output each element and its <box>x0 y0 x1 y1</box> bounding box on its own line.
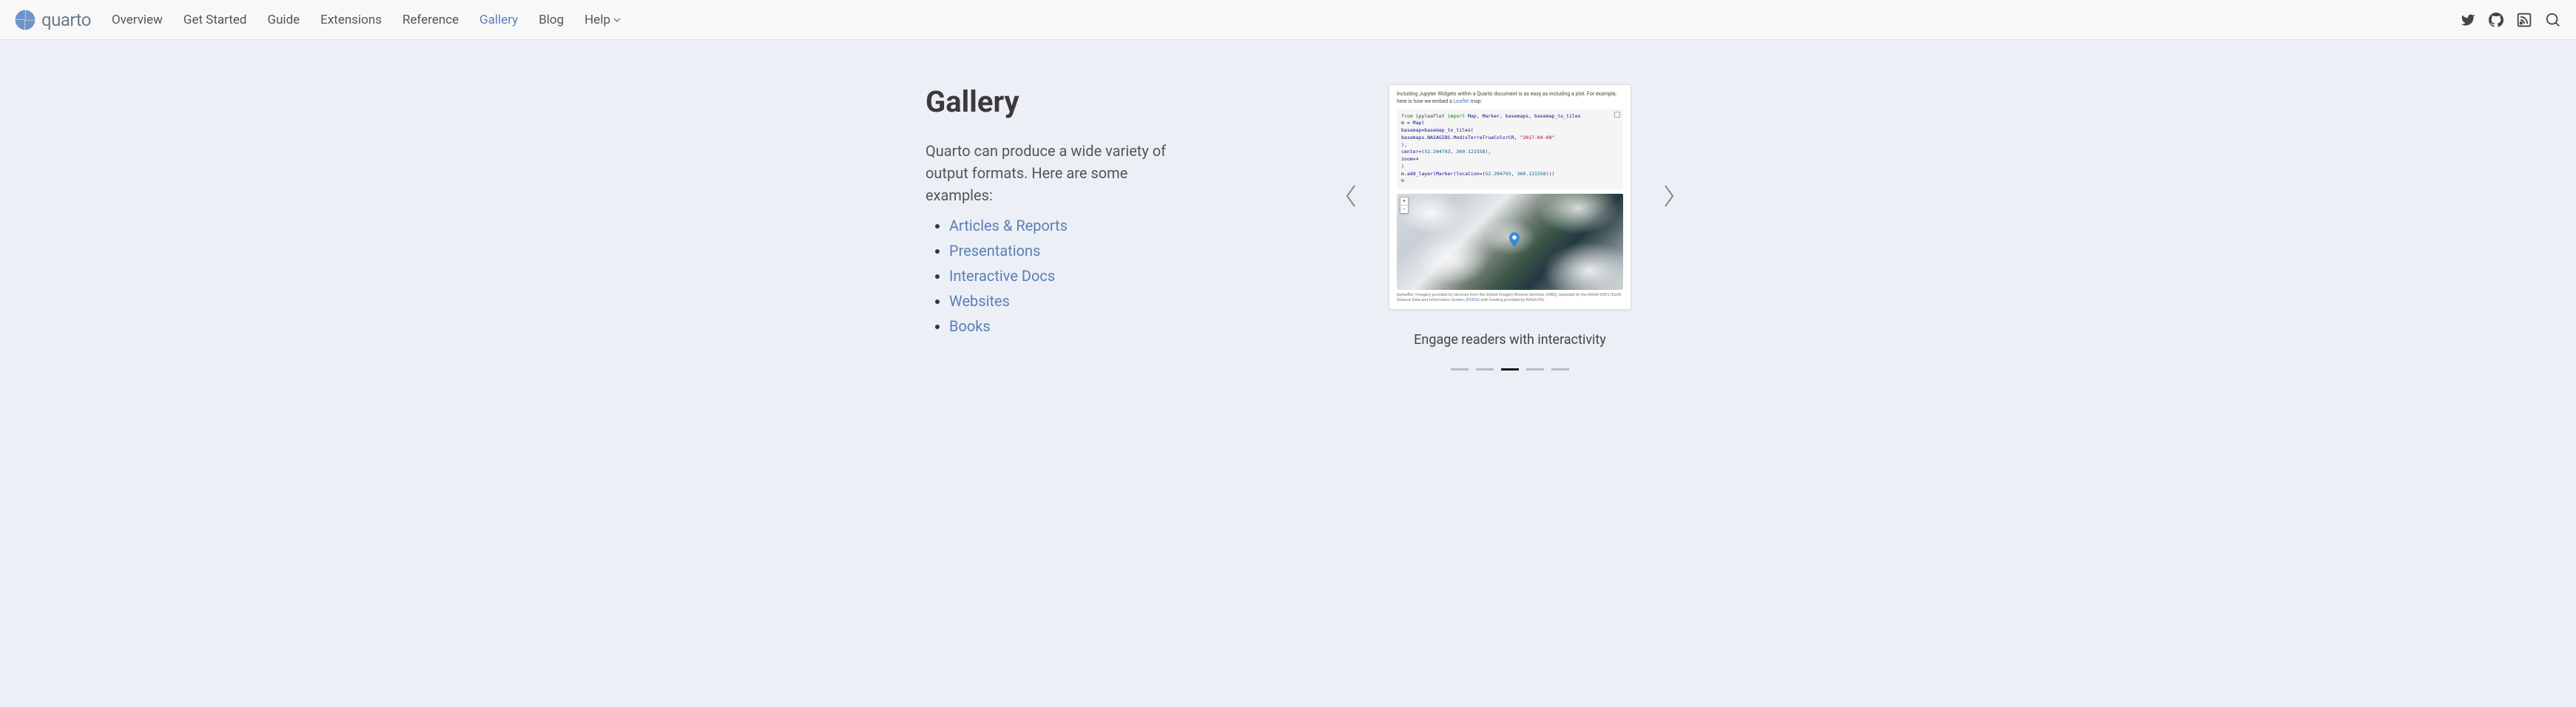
quarto-logo-icon <box>15 10 36 30</box>
list-item: Books <box>949 317 1170 335</box>
code-block: from ipyleaflet import Map, Marker, base… <box>1397 109 1623 190</box>
map-marker-icon[interactable] <box>1509 232 1520 250</box>
left-panel: Gallery Quarto can produce a wide variet… <box>770 84 1170 371</box>
link-presentations[interactable]: Presentations <box>949 242 1040 260</box>
link-books[interactable]: Books <box>949 317 991 335</box>
nav-overview[interactable]: Overview <box>112 13 163 27</box>
indicator-0[interactable] <box>1451 368 1469 371</box>
navbar-right <box>2461 12 2561 28</box>
rss-icon[interactable] <box>2517 13 2532 27</box>
esdis-link[interactable]: ESDIS <box>1467 298 1478 302</box>
twitter-icon[interactable] <box>2461 13 2475 27</box>
list-item: Presentations <box>949 242 1170 260</box>
brand-name: quarto <box>41 10 91 30</box>
nav-links: Overview Get Started Guide Extensions Re… <box>112 13 621 27</box>
chevron-down-icon <box>613 16 621 24</box>
carousel-card[interactable]: Including Jupyter Widgets within a Quart… <box>1389 84 1631 310</box>
map-widget[interactable]: + − <box>1397 194 1623 290</box>
link-articles-reports[interactable]: Articles & Reports <box>949 217 1068 234</box>
indicator-4[interactable] <box>1551 368 1569 371</box>
leaflet-link[interactable]: Leaflet <box>1454 98 1469 104</box>
copy-icon[interactable] <box>1614 112 1620 118</box>
card-intro: Including Jupyter Widgets within a Quart… <box>1397 91 1623 106</box>
list-item: Websites <box>949 292 1170 310</box>
carousel-caption: Engage readers with interactivity <box>1414 332 1606 348</box>
indicator-2[interactable] <box>1501 368 1519 371</box>
page-title: Gallery <box>925 84 1170 119</box>
search-icon[interactable] <box>2545 12 2561 28</box>
zoom-out-button[interactable]: − <box>1400 206 1408 213</box>
list-item: Articles & Reports <box>949 217 1170 234</box>
main-content: Gallery Quarto can produce a wide variet… <box>711 40 1865 400</box>
brand-logo[interactable]: quarto <box>15 10 91 30</box>
nav-blog[interactable]: Blog <box>539 13 564 27</box>
carousel: Including Jupyter Widgets within a Quart… <box>1214 84 1806 371</box>
intro-text: Quarto can produce a wide variety of out… <box>925 140 1170 206</box>
link-interactive-docs[interactable]: Interactive Docs <box>949 267 1055 285</box>
indicator-1[interactable] <box>1476 368 1494 371</box>
list-item: Interactive Docs <box>949 267 1170 285</box>
navbar: quarto Overview Get Started Guide Extens… <box>0 0 2576 40</box>
indicator-3[interactable] <box>1526 368 1544 371</box>
nav-help-dropdown[interactable]: Help <box>584 13 621 27</box>
link-websites[interactable]: Websites <box>949 292 1010 310</box>
nav-gallery[interactable]: Gallery <box>479 13 518 27</box>
nav-guide[interactable]: Guide <box>267 13 300 27</box>
card-footer: ipyleaflet | Imagery provided by service… <box>1397 293 1623 303</box>
nav-extensions[interactable]: Extensions <box>320 13 382 27</box>
zoom-in-button[interactable]: + <box>1400 197 1408 206</box>
carousel-indicators <box>1451 368 1569 371</box>
gallery-list: Articles & Reports Presentations Interac… <box>925 217 1170 335</box>
nav-reference[interactable]: Reference <box>402 13 459 27</box>
chevron-right-icon <box>1661 183 1677 209</box>
carousel-row: Including Jupyter Widgets within a Quart… <box>1214 84 1806 310</box>
chevron-left-icon <box>1343 183 1359 209</box>
nav-get-started[interactable]: Get Started <box>183 13 247 27</box>
carousel-next-button[interactable] <box>1653 175 1685 220</box>
navbar-left: quarto Overview Get Started Guide Extens… <box>15 10 621 30</box>
github-icon[interactable] <box>2489 13 2503 27</box>
map-zoom-controls: + − <box>1400 197 1409 214</box>
nav-help-label: Help <box>584 13 610 27</box>
carousel-prev-button[interactable] <box>1335 175 1366 220</box>
